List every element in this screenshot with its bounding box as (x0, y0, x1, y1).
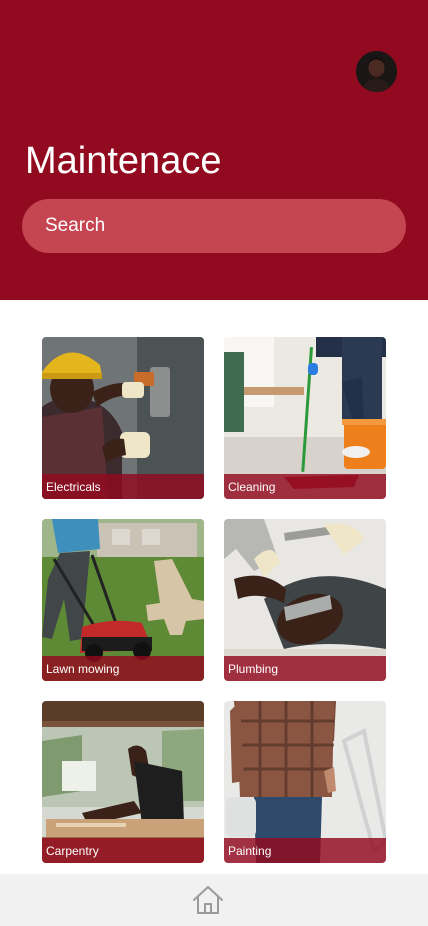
service-label: Lawn mowing (46, 662, 120, 676)
avatar-photo (356, 51, 397, 92)
header: Maintenace (0, 0, 428, 300)
user-avatar[interactable] (356, 51, 397, 92)
service-label: Carpentry (46, 844, 99, 858)
service-label: Cleaning (228, 480, 276, 494)
service-label: Plumbing (228, 662, 279, 676)
service-card-plumbing[interactable]: Plumbing (224, 519, 386, 681)
home-button[interactable] (192, 885, 224, 915)
search-input[interactable] (22, 199, 406, 253)
bottom-nav (0, 874, 428, 926)
service-label: Painting (228, 844, 272, 858)
service-card-cleaning[interactable]: Cleaning (224, 337, 386, 499)
home-icon (193, 886, 223, 914)
page-title: Maintenace (25, 140, 222, 182)
service-card-lawn-mowing[interactable]: Lawn mowing (42, 519, 204, 681)
service-card-electricals[interactable]: Electricals (42, 337, 204, 499)
service-card-painting[interactable]: Painting (224, 701, 386, 863)
service-label: Electricals (46, 480, 101, 494)
service-card-carpentry[interactable]: Carpentry (42, 701, 204, 863)
